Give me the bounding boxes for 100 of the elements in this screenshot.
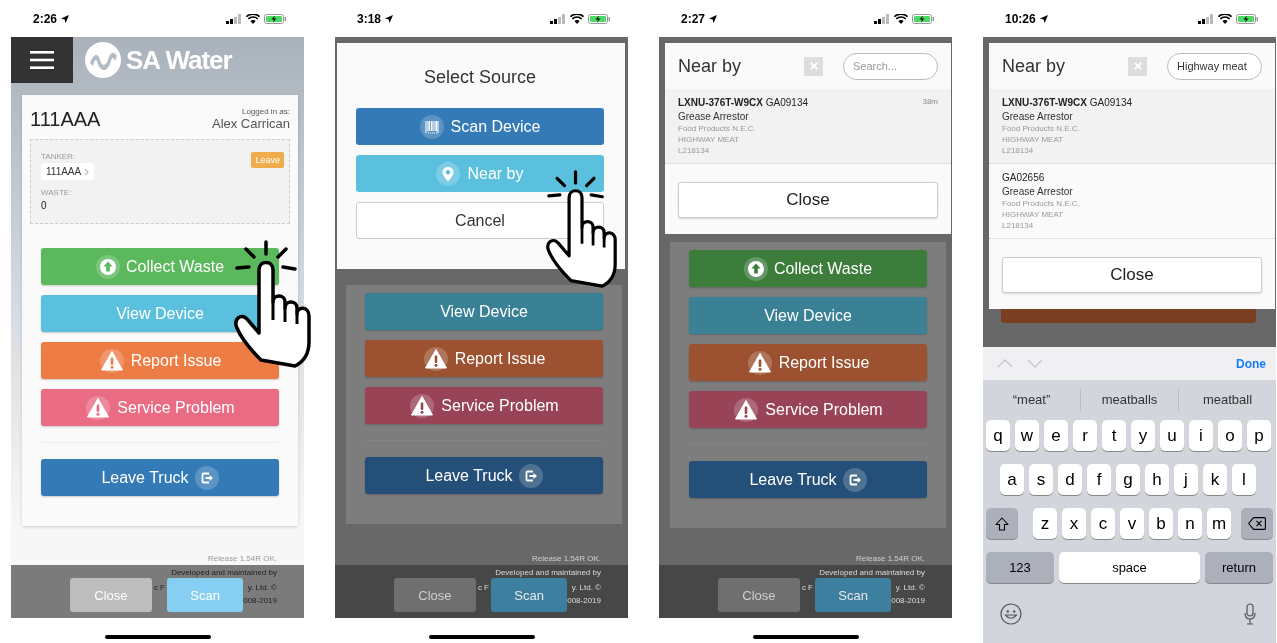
- search-field[interactable]: Search...: [843, 52, 938, 80]
- device-type: Grease Arrestor: [678, 111, 750, 122]
- close-icon: [809, 62, 818, 70]
- signal-icon: [226, 13, 242, 24]
- keyboard-key[interactable]: i: [1189, 420, 1213, 451]
- close-button[interactable]: Close: [1002, 257, 1262, 293]
- wifi-icon: [246, 13, 260, 24]
- field-value: 0: [41, 200, 47, 211]
- keyboard-key[interactable]: z: [1033, 508, 1057, 539]
- wifi-icon: [1218, 13, 1232, 24]
- menu-button[interactable]: [11, 37, 73, 83]
- action-button[interactable]: Report Issue: [365, 340, 603, 377]
- battery-icon: [588, 13, 610, 24]
- keyboard-key[interactable]: h: [1145, 464, 1169, 495]
- scan-button[interactable]: Scan: [491, 578, 568, 612]
- status-time: 3:18: [357, 11, 382, 26]
- keyboard-key[interactable]: d: [1058, 464, 1082, 495]
- action-button[interactable]: View Device: [689, 297, 927, 334]
- keyboard-key[interactable]: o: [1218, 420, 1242, 451]
- cancel-button[interactable]: Cancel: [356, 202, 604, 239]
- action-button[interactable]: View Device: [365, 293, 603, 330]
- keyboard-key[interactable]: y: [1131, 420, 1155, 451]
- keyboard-key[interactable]: l: [1232, 464, 1256, 495]
- action-button[interactable]: Collect Waste: [689, 250, 927, 287]
- action-button[interactable]: Leave Truck: [365, 457, 603, 494]
- device-category: Food Products N.E.C.: [678, 124, 757, 133]
- space-key[interactable]: space: [1059, 552, 1200, 583]
- vehicle-id: 111AAA: [30, 108, 101, 131]
- result-item[interactable]: LXNU-376T-W9CX GA09134 Grease Arrestor Food Products N.E.C. HIGHWAY MEAT L218134 38m: [665, 89, 951, 164]
- reference-code: L218134: [1002, 221, 1035, 230]
- keyboard-key[interactable]: a: [1000, 464, 1024, 495]
- keyboard-key[interactable]: n: [1178, 508, 1202, 539]
- keyboard-key[interactable]: s: [1029, 464, 1053, 495]
- emoji-icon[interactable]: [1000, 603, 1022, 625]
- keyboard-key[interactable]: g: [1116, 464, 1140, 495]
- action-button[interactable]: Leave Truck: [41, 459, 279, 496]
- exit-icon: [518, 463, 543, 488]
- credit-text: y. Ltd. ©: [247, 583, 277, 592]
- credit-text: 008-2019: [243, 596, 277, 605]
- login-label: Logged in as:: [241, 107, 290, 116]
- keyboard-key[interactable]: m: [1207, 508, 1231, 539]
- signal-icon: [1198, 13, 1214, 24]
- dialog-title: Near by: [678, 55, 743, 77]
- keyboard-key[interactable]: q: [986, 420, 1010, 451]
- reference-code: L218134: [1002, 146, 1035, 155]
- upload-icon: [743, 256, 768, 281]
- shift-key[interactable]: [986, 508, 1018, 539]
- site-name: HIGHWAY MEAT: [1002, 135, 1065, 144]
- keyboard-key[interactable]: c: [1091, 508, 1115, 539]
- keyboard-key[interactable]: k: [1203, 464, 1227, 495]
- return-key[interactable]: return: [1205, 552, 1273, 583]
- scan-device-button[interactable]: Scan Device: [356, 108, 604, 145]
- device-category: Food Products N.E.C.: [1002, 199, 1080, 208]
- keyboard-key[interactable]: w: [1015, 420, 1039, 451]
- keyboard-key[interactable]: p: [1247, 420, 1271, 451]
- action-button[interactable]: Report Issue: [689, 344, 927, 381]
- release-text: Release 1.54R OK.: [855, 554, 926, 565]
- keyboard-key[interactable]: b: [1149, 508, 1173, 539]
- keyboard-key[interactable]: t: [1102, 420, 1126, 451]
- keyboard-key[interactable]: f: [1087, 464, 1111, 495]
- keyboard-key[interactable]: r: [1073, 420, 1097, 451]
- action-button[interactable]: Leave Truck: [689, 461, 927, 498]
- search-field[interactable]: Highway meat: [1167, 52, 1262, 80]
- user-name: Alex Carrican: [211, 116, 290, 131]
- scan-button[interactable]: Scan: [815, 578, 892, 612]
- keyboard-key[interactable]: e: [1044, 420, 1068, 451]
- suggestion[interactable]: meatballs: [1080, 389, 1178, 411]
- delete-key[interactable]: [1241, 508, 1273, 539]
- signal-icon: [874, 13, 890, 24]
- barcode-icon: [419, 114, 444, 139]
- battery-icon: [264, 13, 286, 24]
- suggestion[interactable]: “meat”: [983, 389, 1080, 411]
- keyboard-key[interactable]: j: [1174, 464, 1198, 495]
- microphone-icon[interactable]: [1244, 603, 1256, 625]
- battery-icon: [1236, 13, 1258, 24]
- credit-text: Developed and maintained by: [494, 568, 601, 577]
- release-text: Release 1.54R OK.: [207, 554, 278, 565]
- location-arrow-icon: [61, 14, 70, 23]
- suggestion[interactable]: meatball: [1178, 389, 1276, 411]
- keyboard-key[interactable]: u: [1160, 420, 1184, 451]
- numbers-key[interactable]: 123: [986, 552, 1054, 583]
- action-button[interactable]: Service Problem: [689, 391, 927, 428]
- tanker-chip[interactable]: 111AAA: [41, 163, 95, 180]
- device-type: Grease Arrestor: [1002, 186, 1074, 197]
- field-label: TANKER:: [41, 152, 76, 161]
- result-item[interactable]: LXNU-376T-W9CX GA09134 Grease Arrestor Food Products N.E.C. HIGHWAY MEAT L218134: [989, 89, 1275, 164]
- logo-icon: [85, 42, 121, 78]
- close-button[interactable]: Close: [678, 182, 938, 218]
- dialog-title: Select Source: [422, 67, 538, 88]
- action-button[interactable]: Service Problem: [365, 387, 603, 424]
- keyboard-key[interactable]: x: [1062, 508, 1086, 539]
- credit-text: c F: [153, 583, 165, 592]
- field-label: WASTE:: [41, 188, 72, 197]
- close-icon: [1133, 62, 1142, 70]
- chevron-down-icon: [1027, 359, 1043, 368]
- release-text: Release 1.54R OK.: [531, 554, 602, 565]
- wifi-icon: [894, 13, 908, 24]
- warning-icon: [409, 393, 436, 418]
- device-title: LXNU-376T-W9CX GA09134: [678, 97, 809, 108]
- keyboard-key[interactable]: v: [1120, 508, 1144, 539]
